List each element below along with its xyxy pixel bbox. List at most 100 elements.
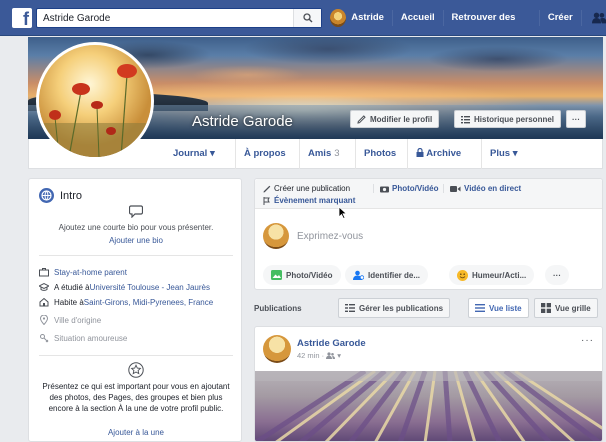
smiley-icon: [457, 269, 468, 281]
relationship-icon: [40, 334, 49, 343]
user-avatar[interactable]: [330, 9, 347, 27]
education-prefix: A étudié à: [54, 282, 90, 292]
list-view-icon: [475, 304, 485, 312]
edit-profile-button[interactable]: Modifier le profil: [350, 110, 440, 128]
tab-more[interactable]: Plus ▾: [481, 139, 525, 169]
relationship-label: Situation amoureuse: [54, 333, 128, 343]
create-post-tab[interactable]: Créer une publication: [263, 184, 350, 193]
post-author-info: Astride Garode 42 min · ▾: [297, 338, 366, 360]
tab-journal[interactable]: Journal ▾: [165, 139, 223, 169]
add-featured-link[interactable]: Ajouter à la une: [29, 428, 243, 437]
nav-home-link[interactable]: Accueil: [393, 0, 443, 36]
info-row-home[interactable]: Habite à Saint-Girons, Midi-Pyrenees, Fr…: [39, 297, 213, 307]
hometown-label: Ville d'origine: [54, 315, 102, 325]
activity-log-label: Historique personnel: [474, 114, 555, 124]
manage-posts-label: Gérer les publications: [359, 303, 444, 313]
feeling-activity-pill-label: Humeur/Acti...: [472, 270, 527, 280]
photo-video-tab[interactable]: Photo/Vidéo: [373, 184, 439, 193]
tab-archive[interactable]: Archive: [407, 139, 469, 169]
profile-name[interactable]: Astride Garode: [192, 113, 293, 130]
photo-video-pill[interactable]: Photo/Vidéo: [263, 265, 341, 285]
composer-placeholder[interactable]: Exprimez-vous: [297, 231, 363, 242]
speech-bubble-icon: [129, 205, 143, 218]
photo-icon: [271, 270, 282, 280]
intro-title: Intro: [60, 189, 83, 202]
tab-journal-label: Journal: [173, 148, 208, 159]
photo-video-pill-label: Photo/Vidéo: [286, 270, 333, 280]
activity-log-button[interactable]: Historique personnel: [454, 110, 562, 128]
lock-icon: [416, 147, 424, 157]
post-timestamp[interactable]: 42 min: [297, 351, 320, 360]
camera-icon: [380, 186, 389, 192]
pencil-icon: [263, 185, 271, 192]
info-row-hometown[interactable]: Ville d'origine: [39, 315, 101, 325]
tag-friends-pill-label: Identifier de...: [368, 270, 421, 280]
search-box: [36, 8, 322, 28]
search-input[interactable]: [37, 9, 292, 27]
grid-view-button[interactable]: Vue grille: [534, 298, 598, 318]
friends-audience-icon[interactable]: [326, 352, 336, 359]
briefcase-icon: [39, 268, 49, 277]
grid-view-label: Vue grille: [555, 303, 591, 313]
caret-down-icon[interactable]: ▾: [337, 351, 341, 360]
nav-user-name[interactable]: Astride: [351, 0, 392, 36]
info-row-education[interactable]: A étudié à Université Toulouse - Jean Ja…: [39, 282, 210, 292]
tab-archive-label: Archive: [426, 148, 462, 159]
post-author-avatar[interactable]: [263, 335, 291, 363]
profile-picture[interactable]: [36, 42, 154, 160]
bio-prompt: Ajoutez une courte bio pour vous présent…: [58, 223, 214, 232]
create-post-label: Créer une publication: [274, 184, 351, 193]
friend-requests-icon[interactable]: [591, 11, 606, 25]
composer-more-pill[interactable]: ···: [545, 265, 569, 285]
intro-divider: [39, 255, 233, 256]
nav-create-link[interactable]: Créer: [540, 0, 581, 36]
grid-view-icon: [541, 303, 551, 313]
live-video-icon: [450, 185, 461, 192]
pencil-icon: [357, 114, 366, 124]
intro-divider: [39, 355, 233, 356]
post-image[interactable]: [255, 371, 602, 441]
tab-about[interactable]: À propos: [235, 139, 294, 169]
tab-more-label: Plus: [490, 148, 511, 159]
globe-icon: [39, 188, 54, 203]
tag-friends-pill[interactable]: Identifier de...: [345, 265, 429, 285]
poppies-photo: [39, 45, 151, 157]
education-link[interactable]: Université Toulouse - Jean Jaurès: [90, 283, 210, 292]
life-event-tab[interactable]: Évènement marquant: [263, 196, 355, 205]
post-meta: 42 min · ▾: [297, 351, 342, 360]
post-author-name[interactable]: Astride Garode: [297, 338, 366, 349]
tab-friends[interactable]: Amis 3: [299, 139, 348, 169]
photo-video-tab-label: Photo/Vidéo: [392, 184, 439, 193]
list-icon: [461, 115, 470, 123]
edit-profile-label: Modifier le profil: [370, 114, 433, 124]
nav-links: Astride Accueil Retrouver des amis Créer: [330, 0, 606, 59]
tag-friends-icon: [353, 270, 364, 280]
list-view-button[interactable]: Vue liste: [468, 298, 529, 318]
facebook-logo[interactable]: f: [12, 8, 32, 28]
friends-count: 3: [334, 148, 340, 159]
lavender-field-photo: [255, 371, 602, 441]
home-icon: [39, 297, 49, 307]
publications-toolbar: Publications Gérer les publications Vue …: [254, 298, 603, 320]
nav-find-friends-link[interactable]: Retrouver des amis: [444, 0, 539, 59]
feeling-activity-pill[interactable]: Humeur/Acti...: [449, 265, 535, 285]
live-video-tab[interactable]: Vidéo en direct: [443, 184, 521, 193]
tab-about-label: À propos: [244, 148, 286, 159]
manage-posts-button[interactable]: Gérer les publications: [338, 298, 451, 318]
work-link[interactable]: Stay-at-home parent: [54, 268, 127, 277]
intro-header: Intro: [39, 188, 82, 203]
search-button[interactable]: [293, 9, 321, 27]
profile-more-button[interactable]: ···: [566, 110, 586, 128]
graduation-cap-icon: [39, 282, 49, 291]
info-row-work[interactable]: Stay-at-home parent: [39, 267, 127, 277]
live-video-tab-label: Vidéo en direct: [464, 184, 522, 193]
tab-photos[interactable]: Photos: [355, 139, 404, 169]
post-options-button[interactable]: ···: [581, 335, 594, 346]
home-link[interactable]: Saint-Girons, Midi-Pyrenees, France: [84, 298, 213, 307]
info-row-relationship[interactable]: Situation amoureuse: [39, 333, 127, 343]
composer-input-row[interactable]: Exprimez-vous: [263, 223, 363, 249]
publications-label: Publications: [254, 304, 302, 313]
add-bio-link[interactable]: Ajouter une bio: [29, 236, 243, 245]
post-card: Astride Garode 42 min · ▾ ···: [254, 326, 603, 442]
mouse-cursor-icon: [338, 206, 348, 219]
